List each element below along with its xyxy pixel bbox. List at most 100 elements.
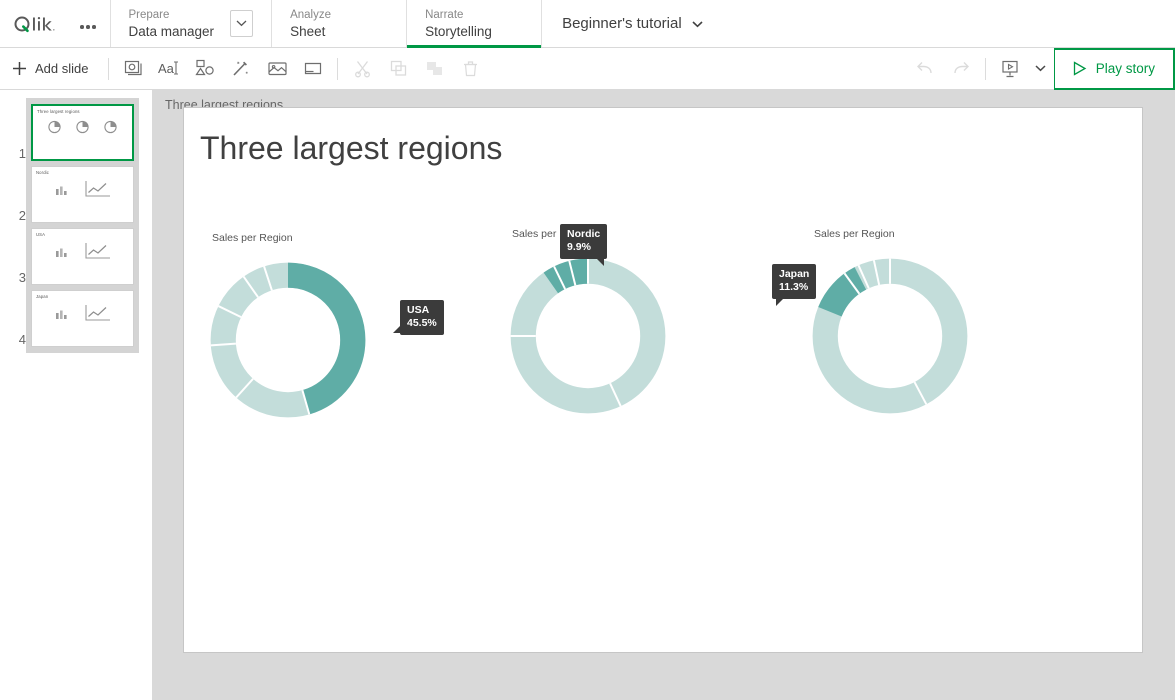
data-manager-dropdown-button[interactable] bbox=[230, 10, 253, 37]
line-chart-icon bbox=[84, 179, 112, 199]
nav-tab-sheet[interactable]: Analyze Sheet bbox=[271, 0, 406, 47]
slide-number: 1 bbox=[6, 146, 26, 161]
top-navigation-bar: Prepare Data manager Analyze Sheet Narra… bbox=[0, 0, 1175, 48]
media-image-icon[interactable] bbox=[259, 48, 295, 89]
donut-chart-2[interactable]: Sales per Region bbox=[498, 228, 798, 431]
tooltip-value: 11.3% bbox=[779, 281, 809, 294]
slide-thumbnail-content bbox=[33, 118, 132, 135]
app-title-label: Beginner's tutorial bbox=[562, 15, 682, 32]
slide-thumbnail-title: Nordic bbox=[36, 170, 49, 175]
main-body: 1 Three largest regions bbox=[0, 90, 1175, 700]
play-story-button[interactable]: Play story bbox=[1054, 48, 1175, 90]
logo-area bbox=[0, 0, 110, 47]
nav-tab-label: Data manager bbox=[129, 23, 215, 40]
pie-chart-icon bbox=[102, 118, 119, 135]
play-story-label: Play story bbox=[1096, 61, 1155, 76]
slide-thumbnail-4[interactable]: Japan bbox=[31, 290, 134, 347]
chevron-down-icon bbox=[692, 15, 703, 32]
present-options-chevron-down-icon[interactable] bbox=[1028, 48, 1054, 89]
slide-thumbnail-row: 2 Nordic bbox=[31, 166, 134, 223]
toolbar-divider bbox=[985, 58, 986, 80]
toolbar-left-group: Add slide Aa bbox=[0, 48, 488, 89]
slide-thumbnail-title: USA bbox=[36, 232, 45, 237]
tooltip-label: Japan bbox=[779, 268, 809, 281]
tooltip-label: Nordic bbox=[567, 228, 600, 241]
toolbar-divider bbox=[337, 58, 338, 80]
donut-3-tooltip: Japan 11.3% bbox=[772, 264, 816, 299]
tooltip-value: 45.5% bbox=[407, 317, 437, 330]
slide-number: 2 bbox=[6, 208, 26, 223]
redo-icon[interactable] bbox=[943, 48, 979, 89]
slide-thumbnail-row: 3 USA bbox=[31, 228, 134, 285]
cut-icon[interactable] bbox=[344, 48, 380, 89]
copy-icon[interactable] bbox=[380, 48, 416, 89]
chart-title: Sales per Region bbox=[212, 232, 498, 244]
story-toolbar: Add slide Aa bbox=[0, 48, 1175, 90]
nav-tab-data-manager[interactable]: Prepare Data manager bbox=[110, 0, 272, 47]
slide-canvas[interactable]: Three largest regions Sales per Region bbox=[183, 107, 1143, 653]
donut-3-graphic: Japan 11.3% bbox=[800, 246, 1100, 431]
donut-1-graphic: USA 45.5% bbox=[198, 250, 498, 435]
tooltip-label: USA bbox=[407, 304, 437, 317]
slide-thumbnail-content bbox=[32, 303, 133, 323]
slide-thumbnail-title: Three largest regions bbox=[37, 109, 80, 114]
nav-tab-label: Storytelling bbox=[425, 23, 523, 40]
donut-chart-3[interactable]: Sales per Region bbox=[800, 228, 1100, 431]
bar-chart-icon bbox=[54, 182, 69, 197]
toolbar-right-group: Play story bbox=[907, 48, 1175, 89]
add-slide-button[interactable]: Add slide bbox=[0, 48, 102, 89]
slides-panel: 1 Three largest regions bbox=[0, 90, 153, 700]
slide-heading: Three largest regions bbox=[200, 130, 502, 167]
slides-strip: 1 Three largest regions bbox=[26, 98, 139, 353]
text-object-icon[interactable]: Aa bbox=[151, 48, 187, 89]
nav-tab-kicker: Prepare bbox=[129, 8, 215, 23]
pie-chart-icon bbox=[46, 118, 63, 135]
story-stage: Three largest regions Three largest regi… bbox=[153, 90, 1175, 700]
slide-thumbnail-title: Japan bbox=[36, 294, 48, 299]
slide-thumbnail-content bbox=[32, 241, 133, 261]
nav-tab-storytelling[interactable]: Narrate Storytelling bbox=[406, 0, 541, 47]
presentation-icon[interactable] bbox=[992, 48, 1028, 89]
qlik-logo-icon[interactable] bbox=[14, 11, 70, 37]
overflow-menu-icon[interactable] bbox=[80, 15, 96, 33]
donut-2-tooltip: Nordic 9.9% bbox=[560, 224, 607, 259]
app-title-dropdown[interactable]: Beginner's tutorial bbox=[541, 0, 723, 47]
plus-icon bbox=[12, 61, 27, 76]
donut-svg-2 bbox=[498, 246, 678, 426]
shapes-icon[interactable] bbox=[187, 48, 223, 89]
slide-thumbnail-1[interactable]: Three largest regions bbox=[31, 104, 134, 161]
snapshot-library-icon[interactable] bbox=[115, 48, 151, 89]
slide-number: 4 bbox=[6, 332, 26, 347]
nav-tab-kicker: Narrate bbox=[425, 8, 523, 23]
slide-thumbnail-content bbox=[32, 179, 133, 199]
svg-text:Aa: Aa bbox=[158, 61, 175, 76]
donut-chart-1[interactable]: Sales per Region bbox=[198, 232, 498, 435]
bar-chart-icon bbox=[54, 306, 69, 321]
donut-1-tooltip: USA 45.5% bbox=[400, 300, 444, 335]
toolbar-divider bbox=[108, 58, 109, 80]
play-icon bbox=[1072, 61, 1087, 76]
pie-chart-icon bbox=[74, 118, 91, 135]
chart-title: Sales per Region bbox=[512, 228, 798, 240]
sheet-object-icon[interactable] bbox=[295, 48, 331, 89]
paste-icon[interactable] bbox=[416, 48, 452, 89]
slide-number: 3 bbox=[6, 270, 26, 285]
slide-thumbnail-3[interactable]: USA bbox=[31, 228, 134, 285]
line-chart-icon bbox=[84, 303, 112, 323]
add-slide-label: Add slide bbox=[35, 61, 88, 76]
donut-svg-1 bbox=[198, 250, 378, 430]
slide-thumbnail-2[interactable]: Nordic bbox=[31, 166, 134, 223]
line-chart-icon bbox=[84, 241, 112, 261]
donut-2-graphic: Nordic 9.9% bbox=[498, 246, 798, 431]
delete-icon[interactable] bbox=[452, 48, 488, 89]
slide-thumbnail-row: 1 Three largest regions bbox=[31, 104, 134, 161]
chart-title: Sales per Region bbox=[814, 228, 1100, 240]
tooltip-value: 9.9% bbox=[567, 241, 600, 254]
bar-chart-icon bbox=[54, 244, 69, 259]
nav-tab-kicker: Analyze bbox=[290, 8, 388, 23]
nav-tab-label: Sheet bbox=[290, 23, 388, 40]
slide-thumbnail-row: 4 Japan bbox=[31, 290, 134, 347]
undo-icon[interactable] bbox=[907, 48, 943, 89]
effects-icon[interactable] bbox=[223, 48, 259, 89]
donut-svg-3 bbox=[800, 246, 980, 426]
